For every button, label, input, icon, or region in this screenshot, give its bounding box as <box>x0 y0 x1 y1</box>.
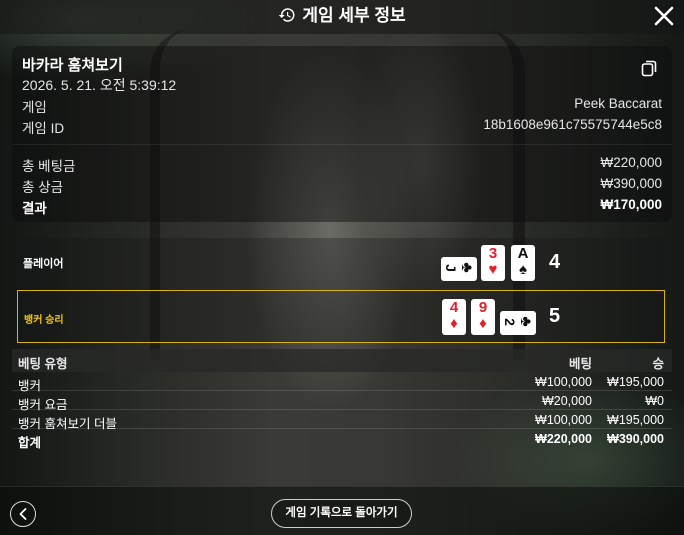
header-title-wrap: 게임 세부 정보 <box>0 5 684 27</box>
column-header-win: 승 <box>652 357 664 371</box>
close-icon[interactable] <box>653 5 675 27</box>
card-rank: 2 <box>502 318 518 326</box>
summary-value: ₩390,000 <box>600 176 662 191</box>
footer-bar: 게임 기록으로 돌아가기 <box>0 486 684 535</box>
game-date: 2026. 5. 21. 오전 5:39:12 <box>22 77 177 93</box>
column-header-bet-type: 베팅 유형 <box>18 357 68 371</box>
history-icon <box>279 8 295 22</box>
column-header-bet: 베팅 <box>568 357 592 371</box>
summary-value: 18b1608e961c75575744e5c8 <box>483 117 662 132</box>
playing-card: 2 ♣ <box>500 311 536 335</box>
playing-card: 3 ♥ <box>481 245 505 281</box>
chevron-left-icon <box>19 508 27 520</box>
total-label: 합계 <box>18 436 42 450</box>
playing-card: J ♣ <box>441 257 477 281</box>
summary-value: ₩170,000 <box>600 197 662 212</box>
diamond-suit-icon: ♦ <box>450 315 458 332</box>
diamond-suit-icon: ♦ <box>479 315 487 332</box>
spade-suit-icon: ♠ <box>519 261 527 278</box>
playing-card: A ♠ <box>511 245 535 281</box>
game-name: 바카라 훔쳐보기 <box>22 57 123 74</box>
card-rank: 9 <box>478 299 488 316</box>
summary-label: 총 상금 <box>22 180 64 195</box>
banker-hand-label: 뱅커 승리 <box>24 315 64 326</box>
total-win-amount: ₩390,000 <box>607 432 664 446</box>
back-to-history-button[interactable]: 게임 기록으로 돌아가기 <box>271 499 412 528</box>
summary-label: 게임 <box>22 100 47 115</box>
copy-icon[interactable] <box>640 59 658 77</box>
banker-hand: 뱅커 승리 4 ♦ 9 ♦ 2 ♣ 5 <box>17 290 665 343</box>
club-suit-icon: ♣ <box>517 316 534 327</box>
bet-amount: ₩100,000 <box>535 413 592 427</box>
divider <box>12 144 672 145</box>
summary-label: 결과 <box>22 201 47 216</box>
card-rank: J <box>443 264 459 272</box>
table-row: 뱅커 ₩100,000 ₩195,000 <box>12 372 672 393</box>
summary-row-result: 결과 ₩170,000 <box>22 197 662 216</box>
card-rank: 3 <box>488 245 498 262</box>
summary-label: 게임 ID <box>22 121 65 136</box>
bet-amount: ₩20,000 <box>541 394 592 408</box>
game-summary-card: 바카라 훔쳐보기 2026. 5. 21. 오전 5:39:12 게임 Peek… <box>12 46 672 222</box>
card-rank: A <box>517 245 529 262</box>
summary-row-total-bet: 총 베팅금 ₩220,000 <box>22 155 662 174</box>
playing-card: 9 ♦ <box>471 299 495 335</box>
table-header: 베팅 유형 베팅 승 <box>12 349 672 372</box>
player-score: 4 <box>549 251 561 273</box>
back-button[interactable] <box>10 501 36 527</box>
win-amount: ₩195,000 <box>607 375 664 389</box>
club-suit-icon: ♣ <box>458 262 475 273</box>
summary-row-game: 게임 Peek Baccarat <box>22 96 662 115</box>
bets-table: 베팅 유형 베팅 승 뱅커 ₩100,000 ₩195,000 뱅커 요금 ₩2… <box>12 349 672 450</box>
player-hand: 플레이어 J ♣ 3 ♥ A ♠ 4 <box>17 238 665 291</box>
summary-row-game-id: 게임 ID 18b1608e961c75575744e5c8 <box>22 117 662 136</box>
summary-value: Peek Baccarat <box>574 96 662 111</box>
table-row: 뱅커 요금 ₩20,000 ₩0 <box>12 391 672 412</box>
heart-suit-icon: ♥ <box>488 261 498 278</box>
card-rank: 4 <box>449 299 459 316</box>
header-bar: 게임 세부 정보 <box>0 0 684 34</box>
win-amount: ₩0 <box>645 394 664 408</box>
playing-card: 4 ♦ <box>442 299 466 335</box>
banker-score: 5 <box>549 305 561 327</box>
page-title: 게임 세부 정보 <box>302 6 406 25</box>
summary-value: ₩220,000 <box>600 155 662 170</box>
win-amount: ₩195,000 <box>607 413 664 427</box>
table-row: 뱅커 훔쳐보기 더블 ₩100,000 ₩195,000 <box>12 410 672 431</box>
table-total-row: 합계 ₩220,000 ₩390,000 <box>12 429 672 450</box>
summary-row-total-win: 총 상금 ₩390,000 <box>22 176 662 195</box>
total-bet-amount: ₩220,000 <box>535 432 592 446</box>
player-hand-label: 플레이어 <box>23 258 64 270</box>
summary-label: 총 베팅금 <box>22 159 76 174</box>
bet-amount: ₩100,000 <box>535 375 592 389</box>
